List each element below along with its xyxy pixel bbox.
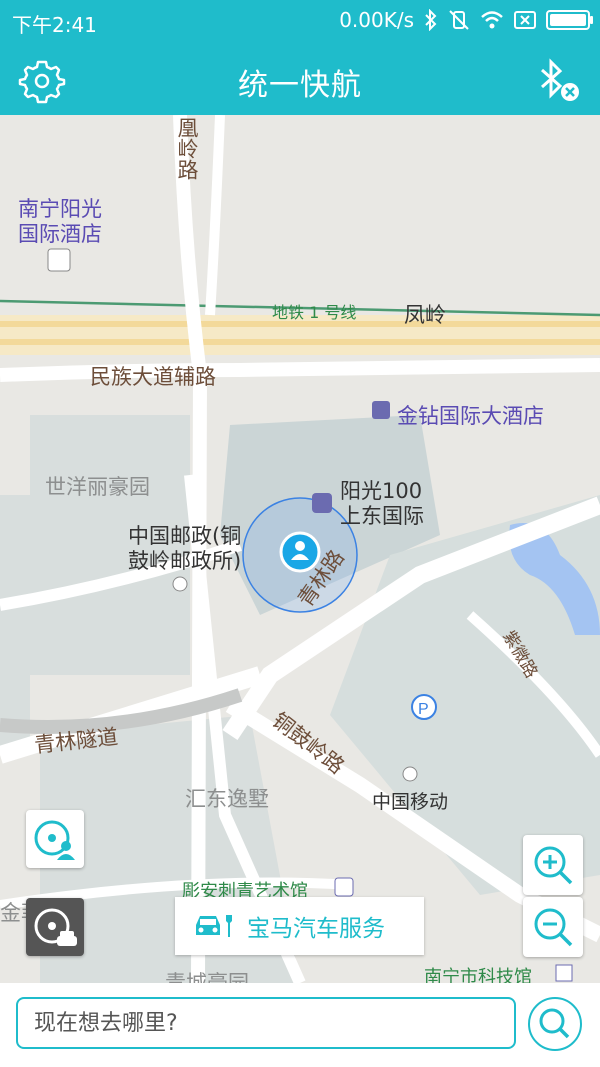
location-car-icon [34, 908, 77, 946]
app-title: 统一快航 [238, 68, 362, 103]
battery-icon [546, 10, 593, 30]
app-bar: 统一快航 [0, 42, 600, 115]
bmw-service-button[interactable]: 宝马汽车服务 [175, 897, 424, 955]
map-label-shiyang: 世洋丽豪园 [45, 475, 150, 499]
status-icons: 0.00K/s [339, 8, 593, 32]
svg-text:P: P [418, 701, 429, 718]
zoom-out-button[interactable] [523, 897, 583, 957]
locate-car-button[interactable] [26, 898, 84, 956]
map-label-jinzuan-hotel: 金钻国际大酒店 [397, 404, 544, 428]
zoom-in-button[interactable] [523, 835, 583, 895]
search-box[interactable] [16, 997, 516, 1049]
bluetooth-icon [425, 9, 437, 31]
search-icon [539, 1008, 570, 1039]
map-label-nanning-museum: 南宁市科技馆 [424, 967, 532, 983]
network-speed: 0.00K/s [339, 8, 414, 32]
map-label-metro: 地铁 1 号线 [272, 303, 357, 322]
map-label-road-fenghuangling: 凰岭路 [175, 117, 199, 180]
locate-user-button[interactable] [26, 810, 84, 868]
map-label-qingcheng: 青城豪园 [165, 971, 249, 983]
search-button[interactable] [528, 997, 582, 1051]
bottom-search-bar [0, 983, 600, 1067]
no-sim-icon [514, 11, 536, 29]
zoom-in-icon [534, 846, 573, 885]
car-repair-icon [196, 915, 232, 937]
zoom-out-icon [534, 908, 573, 947]
map-label-post-office: 中国邮政(铜 鼓岭邮政所) [128, 524, 242, 573]
service-label: 宝马汽车服务 [247, 916, 385, 942]
location-user-icon [34, 820, 75, 860]
bluetooth-disconnected-icon[interactable] [534, 56, 582, 104]
map-label-minzu-road: 民族大道辅路 [90, 365, 216, 389]
map-label-huidong: 汇东逸墅 [185, 787, 269, 811]
search-input[interactable] [32, 1009, 500, 1037]
map-label-yangguang100: 阳光100 上东国际 [340, 479, 424, 528]
vibrate-off-icon [449, 10, 469, 30]
wifi-icon [481, 11, 503, 29]
status-time: 下午2:41 [12, 13, 97, 37]
map-label-fengling: 凤岭 [404, 303, 446, 327]
map-label-china-mobile: 中国移动 [372, 791, 449, 813]
map-label-hotel: 南宁阳光 国际酒店 [18, 197, 102, 246]
map-view[interactable]: P 南宁阳光 国际酒店 凰岭路 地铁 1 号线 凤岭 民族大道辅路 金钻国际大酒… [0, 115, 600, 983]
status-bar: 下午2:41 0.00K/s [0, 0, 600, 42]
